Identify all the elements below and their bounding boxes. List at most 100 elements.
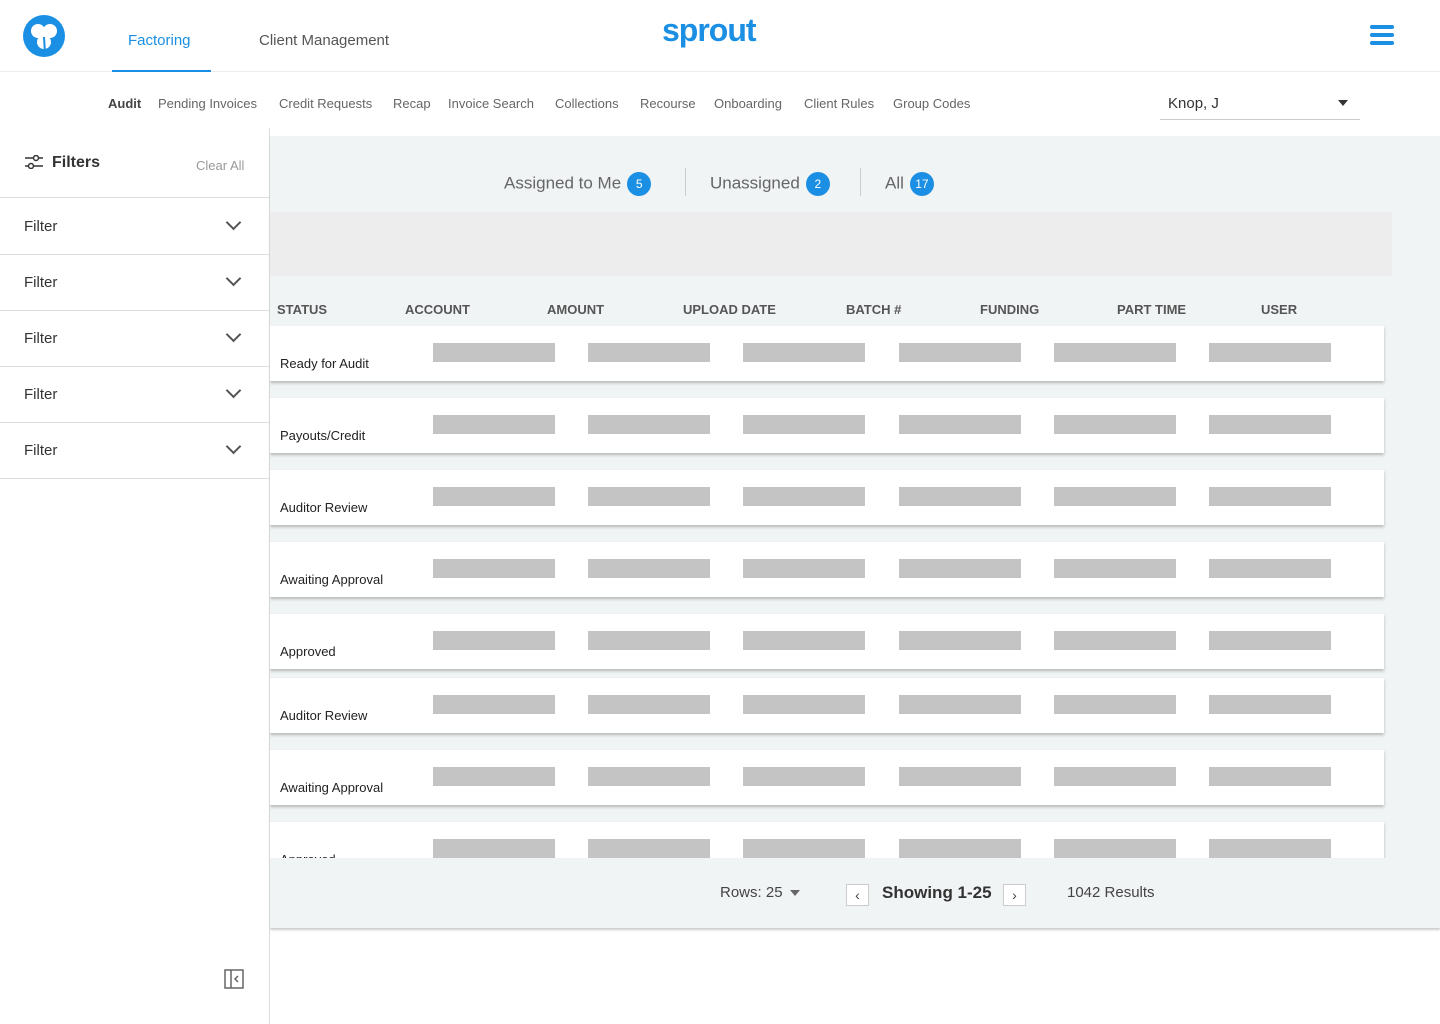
chevron-down-icon — [225, 382, 242, 399]
table-row[interactable]: Payouts/Credit — [270, 398, 1384, 453]
segment-assigned-to-me[interactable]: Assigned to Me 5 — [504, 172, 652, 196]
count-badge: 17 — [909, 172, 934, 196]
count-badge: 5 — [627, 172, 652, 196]
placeholder-cell — [588, 559, 710, 578]
placeholder-cell — [899, 559, 1021, 578]
status-cell: Payouts/Credit — [280, 428, 366, 443]
chevron-down-icon — [225, 270, 242, 287]
filter-label: Filter — [24, 218, 58, 235]
filter-label: Filter — [24, 442, 58, 459]
subnav-invoice-search[interactable]: Invoice Search — [448, 96, 534, 111]
clear-all-link[interactable]: Clear All — [196, 158, 244, 173]
status-cell: Awaiting Approval — [280, 780, 384, 795]
placeholder-cell — [1209, 415, 1331, 434]
placeholder-cell — [743, 559, 865, 578]
filter-dropdown[interactable]: Filter — [0, 367, 269, 423]
placeholder-cell — [899, 343, 1021, 362]
placeholder-cell — [1054, 343, 1176, 362]
status-cell: Approved — [280, 852, 336, 858]
filter-label: Filter — [24, 274, 58, 291]
rows-per-page[interactable]: Rows: 25 — [720, 884, 800, 901]
sprout-logo: sprout — [662, 12, 757, 48]
placeholder-cell — [1054, 559, 1176, 578]
subnav-recourse[interactable]: Recourse — [640, 96, 696, 111]
placeholder-cell — [899, 487, 1021, 506]
placeholder-cell — [1209, 559, 1331, 578]
placeholder-cell — [1209, 839, 1331, 858]
subnav-audit[interactable]: Audit — [108, 96, 141, 111]
subnav-pending-invoices[interactable]: Pending Invoices — [158, 96, 257, 111]
column-header-funding[interactable]: FUNDING — [980, 302, 1039, 317]
table-row[interactable]: Awaiting Approval — [270, 750, 1384, 805]
filter-dropdown[interactable]: Filter — [0, 311, 269, 367]
table-row[interactable]: Auditor Review — [270, 678, 1384, 733]
table-row[interactable]: Awaiting Approval — [270, 542, 1384, 597]
column-header-account[interactable]: ACCOUNT — [405, 302, 470, 317]
placeholder-cell — [899, 695, 1021, 714]
count-badge: 2 — [805, 172, 830, 196]
placeholder-cell — [1209, 767, 1331, 786]
placeholder-cell — [899, 631, 1021, 650]
previous-page-button[interactable]: ‹ — [846, 884, 869, 906]
placeholder-cell — [1054, 487, 1176, 506]
subnav-collections[interactable]: Collections — [555, 96, 619, 111]
column-header-batch[interactable]: BATCH # — [846, 302, 901, 317]
placeholder-cell — [1054, 767, 1176, 786]
column-header-upload-date[interactable]: UPLOAD DATE — [683, 302, 776, 317]
filter-dropdown[interactable]: Filter — [0, 199, 269, 255]
subnav-group-codes[interactable]: Group Codes — [893, 96, 970, 111]
segment-unassigned[interactable]: Unassigned 2 — [710, 172, 830, 196]
placeholder-cell — [743, 631, 865, 650]
placeholder-cell — [433, 767, 555, 786]
placeholder-cell — [588, 767, 710, 786]
table-row[interactable]: Auditor Review — [270, 470, 1384, 525]
divider — [860, 168, 861, 196]
column-header-part-time[interactable]: PART TIME — [1117, 302, 1186, 317]
subnav-onboarding[interactable]: Onboarding — [714, 96, 782, 111]
table-row[interactable]: Approved — [270, 822, 1384, 858]
tab-client-management[interactable]: Client Management — [259, 32, 389, 49]
segment-label: Unassigned — [710, 173, 800, 193]
subnav-client-rules[interactable]: Client Rules — [804, 96, 874, 111]
hamburger-menu-icon[interactable] — [1370, 25, 1394, 45]
chevron-down-icon — [225, 438, 242, 455]
user-select[interactable]: Knop, J — [1160, 88, 1360, 120]
showing-range: Showing 1-25 — [882, 883, 992, 902]
top-header: Factoring Client Management sprout — [0, 0, 1440, 72]
placeholder-cell — [588, 415, 710, 434]
placeholder-cell — [743, 695, 865, 714]
tab-factoring[interactable]: Factoring — [128, 32, 191, 49]
rows-label: Rows: — [720, 884, 762, 901]
table-row[interactable]: Approved — [270, 614, 1384, 669]
status-cell: Ready for Audit — [280, 356, 369, 371]
filter-dropdown[interactable]: Filter — [0, 255, 269, 311]
placeholder-cell — [1054, 631, 1176, 650]
collapse-sidebar-icon[interactable] — [224, 969, 244, 989]
toolbar-band — [270, 212, 1392, 276]
segment-all[interactable]: All 17 — [885, 172, 934, 196]
filter-label: Filter — [24, 330, 58, 347]
subnav-credit-requests[interactable]: Credit Requests — [279, 96, 372, 111]
status-cell: Auditor Review — [280, 500, 368, 515]
rows-value: 25 — [765, 884, 783, 901]
filter-dropdown[interactable]: Filter — [0, 423, 269, 479]
next-page-button[interactable]: › — [1003, 884, 1026, 906]
subnav-recap[interactable]: Recap — [393, 96, 431, 111]
chevron-down-icon — [225, 326, 242, 343]
clover-logo-icon[interactable] — [23, 15, 65, 57]
user-select-value: Knop, J — [1168, 95, 1219, 112]
results-count: 1042 Results — [1067, 884, 1155, 901]
placeholder-cell — [433, 559, 555, 578]
column-header-user[interactable]: USER — [1261, 302, 1297, 317]
filter-sidebar: Filters Clear All Filter Filter Filter F… — [0, 128, 270, 1024]
caret-down-icon — [789, 890, 800, 897]
placeholder-cell — [1054, 839, 1176, 858]
column-header-status[interactable]: STATUS — [277, 302, 327, 317]
segment-label: Assigned to Me — [504, 173, 622, 193]
status-cell: Approved — [280, 644, 336, 659]
placeholder-cell — [433, 839, 555, 858]
table-row[interactable]: Ready for Audit — [270, 326, 1384, 381]
placeholder-cell — [743, 415, 865, 434]
column-header-amount[interactable]: AMOUNT — [547, 302, 604, 317]
chevron-down-icon — [225, 214, 242, 231]
